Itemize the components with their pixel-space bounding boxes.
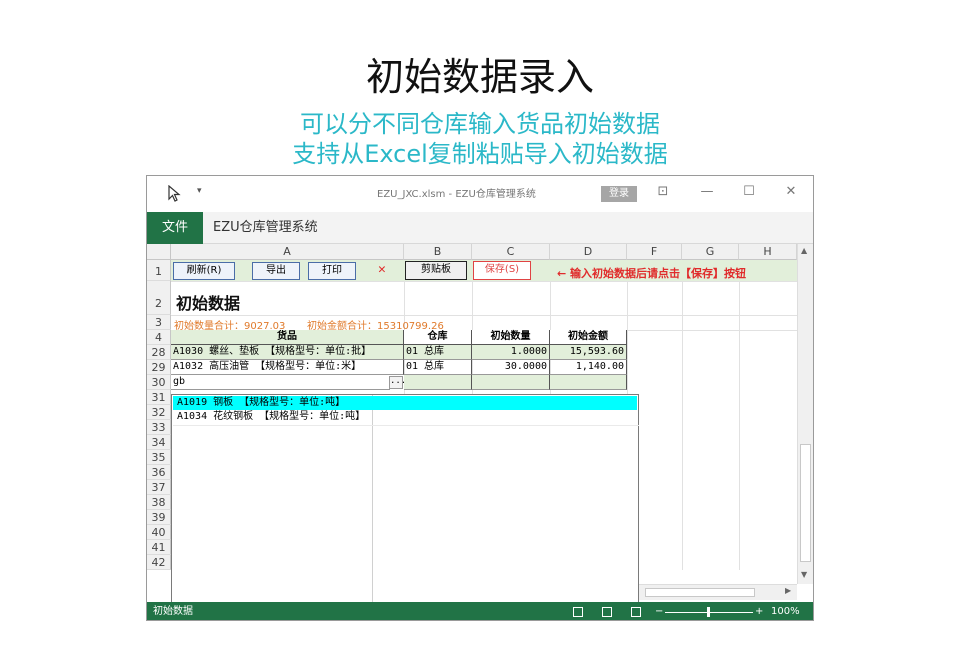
- close-icon[interactable]: ✕: [781, 184, 801, 199]
- cell-warehouse[interactable]: 01 总库: [404, 345, 472, 360]
- quick-access-dropdown-icon[interactable]: ▾: [197, 186, 202, 196]
- row-header[interactable]: 1: [147, 260, 171, 281]
- column-header-c[interactable]: C: [472, 244, 550, 260]
- scroll-right-icon[interactable]: ▶: [785, 586, 791, 595]
- row-header[interactable]: 33: [147, 420, 171, 435]
- close-x-icon[interactable]: ✕: [378, 262, 386, 277]
- cell-amount-empty[interactable]: [550, 375, 627, 390]
- excel-window: ▾ EZU_JXC.xlsm - EZU仓库管理系统 登录 ⊡ — ☐ ✕ 文件…: [146, 175, 814, 621]
- maximize-icon[interactable]: ☐: [739, 184, 759, 199]
- gridline: [171, 281, 797, 282]
- file-tab[interactable]: 文件: [147, 212, 203, 244]
- header-warehouse: 仓库: [404, 330, 472, 345]
- header-initial-qty: 初始数量: [472, 330, 550, 345]
- column-header-b[interactable]: B: [404, 244, 472, 260]
- column-header-d[interactable]: D: [550, 244, 627, 260]
- gridline: [739, 260, 740, 570]
- row-header[interactable]: 32: [147, 405, 171, 420]
- cell-item[interactable]: A1030 螺丝、垫板 【规格型号：单位:批】: [171, 345, 404, 360]
- row-header[interactable]: 3: [147, 315, 171, 330]
- ribbon-tab-system[interactable]: EZU仓库管理系统: [213, 212, 318, 244]
- zoom-level[interactable]: 100%: [771, 602, 800, 620]
- status-sheet-name: 初始数据: [153, 606, 193, 617]
- worksheet[interactable]: A B C D F G H 1 2 3 4 28 29 30 31 32 33 …: [147, 244, 813, 606]
- zoom-out-icon[interactable]: −: [655, 602, 663, 620]
- vertical-scrollbar[interactable]: ▲ ▼: [797, 244, 813, 584]
- sheet-title: 初始数据: [176, 294, 241, 313]
- status-bar: 初始数据 − + 100%: [147, 602, 813, 620]
- horizontal-scrollbar[interactable]: ▶: [639, 584, 797, 600]
- login-button[interactable]: 登录: [601, 186, 637, 202]
- dropdown-divider: [372, 395, 373, 605]
- row-header[interactable]: 30: [147, 375, 171, 390]
- refresh-button[interactable]: 刷新(R): [173, 262, 235, 280]
- normal-view-icon[interactable]: [573, 607, 583, 617]
- row-header[interactable]: 40: [147, 525, 171, 540]
- row-header[interactable]: 37: [147, 480, 171, 495]
- column-header-f[interactable]: F: [627, 244, 682, 260]
- page-title: 初始数据录入: [365, 55, 594, 99]
- row-header[interactable]: 31: [147, 390, 171, 405]
- scroll-up-icon[interactable]: ▲: [801, 246, 807, 255]
- row-header[interactable]: 29: [147, 360, 171, 375]
- item-suggestion-dropdown[interactable]: A1019 钢板 【规格型号：单位:吨】 A1034 花纹钢板 【规格型号：单位…: [171, 394, 639, 606]
- select-all-corner[interactable]: [147, 244, 171, 260]
- row-header[interactable]: 36: [147, 465, 171, 480]
- save-hint: ← 输入初始数据后请点击【保存】按钮: [557, 267, 747, 280]
- gridline: [171, 315, 797, 316]
- cell-qty-empty[interactable]: [472, 375, 550, 390]
- row-header[interactable]: 41: [147, 540, 171, 555]
- save-button[interactable]: 保存(S): [473, 261, 531, 280]
- clipboard-button[interactable]: 剪贴板: [405, 261, 467, 280]
- row-header[interactable]: 4: [147, 330, 171, 345]
- minimize-icon[interactable]: —: [697, 184, 717, 199]
- item-search-input[interactable]: gb: [171, 375, 390, 390]
- zoom-slider-knob[interactable]: [707, 607, 710, 617]
- export-button[interactable]: 导出: [252, 262, 300, 280]
- dropdown-option-selected[interactable]: A1019 钢板 【规格型号：单位:吨】: [173, 396, 637, 410]
- ribbon-display-icon[interactable]: ⊡: [653, 184, 673, 199]
- scroll-down-icon[interactable]: ▼: [801, 570, 807, 579]
- cell-warehouse[interactable]: 01 总库: [404, 360, 472, 375]
- header-initial-amount: 初始金额: [550, 330, 627, 345]
- header-item: 货品: [171, 330, 404, 345]
- vertical-scroll-thumb[interactable]: [800, 444, 811, 562]
- gridline: [682, 260, 683, 570]
- row-header[interactable]: 39: [147, 510, 171, 525]
- print-button[interactable]: 打印: [308, 262, 356, 280]
- cursor-icon: [168, 185, 181, 202]
- row-header[interactable]: 42: [147, 555, 171, 570]
- dropdown-row-line: [173, 425, 639, 426]
- row-header[interactable]: 2: [147, 281, 171, 315]
- cell-amount[interactable]: 15,593.60: [550, 345, 627, 360]
- zoom-in-icon[interactable]: +: [755, 602, 763, 620]
- dropdown-option[interactable]: A1034 花纹钢板 【规格型号：单位:吨】: [173, 410, 365, 424]
- page-subtitle-2: 支持从Excel复制粘贴导入初始数据: [292, 140, 668, 168]
- cell-qty[interactable]: 1.0000: [472, 345, 550, 360]
- cell-item[interactable]: A1032 高压油管 【规格型号：单位:米】: [171, 360, 404, 375]
- ellipsis-button[interactable]: ...: [389, 376, 406, 389]
- row-header[interactable]: 28: [147, 345, 171, 360]
- column-header-a[interactable]: A: [171, 244, 404, 260]
- column-header-h[interactable]: H: [739, 244, 797, 260]
- page-break-icon[interactable]: [631, 607, 641, 617]
- horizontal-scroll-thumb[interactable]: [645, 588, 755, 597]
- row-header[interactable]: 35: [147, 450, 171, 465]
- cell-amount[interactable]: 1,140.00: [550, 360, 627, 375]
- ribbon: 文件 EZU仓库管理系统: [147, 212, 813, 244]
- cell-warehouse-empty[interactable]: [404, 375, 472, 390]
- page-layout-icon[interactable]: [602, 607, 612, 617]
- document-title: EZU_JXC.xlsm - EZU仓库管理系统: [377, 189, 536, 200]
- column-header-g[interactable]: G: [682, 244, 739, 260]
- title-bar: ▾ EZU_JXC.xlsm - EZU仓库管理系统 登录 ⊡ — ☐ ✕: [147, 176, 813, 212]
- row-header[interactable]: 34: [147, 435, 171, 450]
- cell-qty[interactable]: 30.0000: [472, 360, 550, 375]
- row-header[interactable]: 38: [147, 495, 171, 510]
